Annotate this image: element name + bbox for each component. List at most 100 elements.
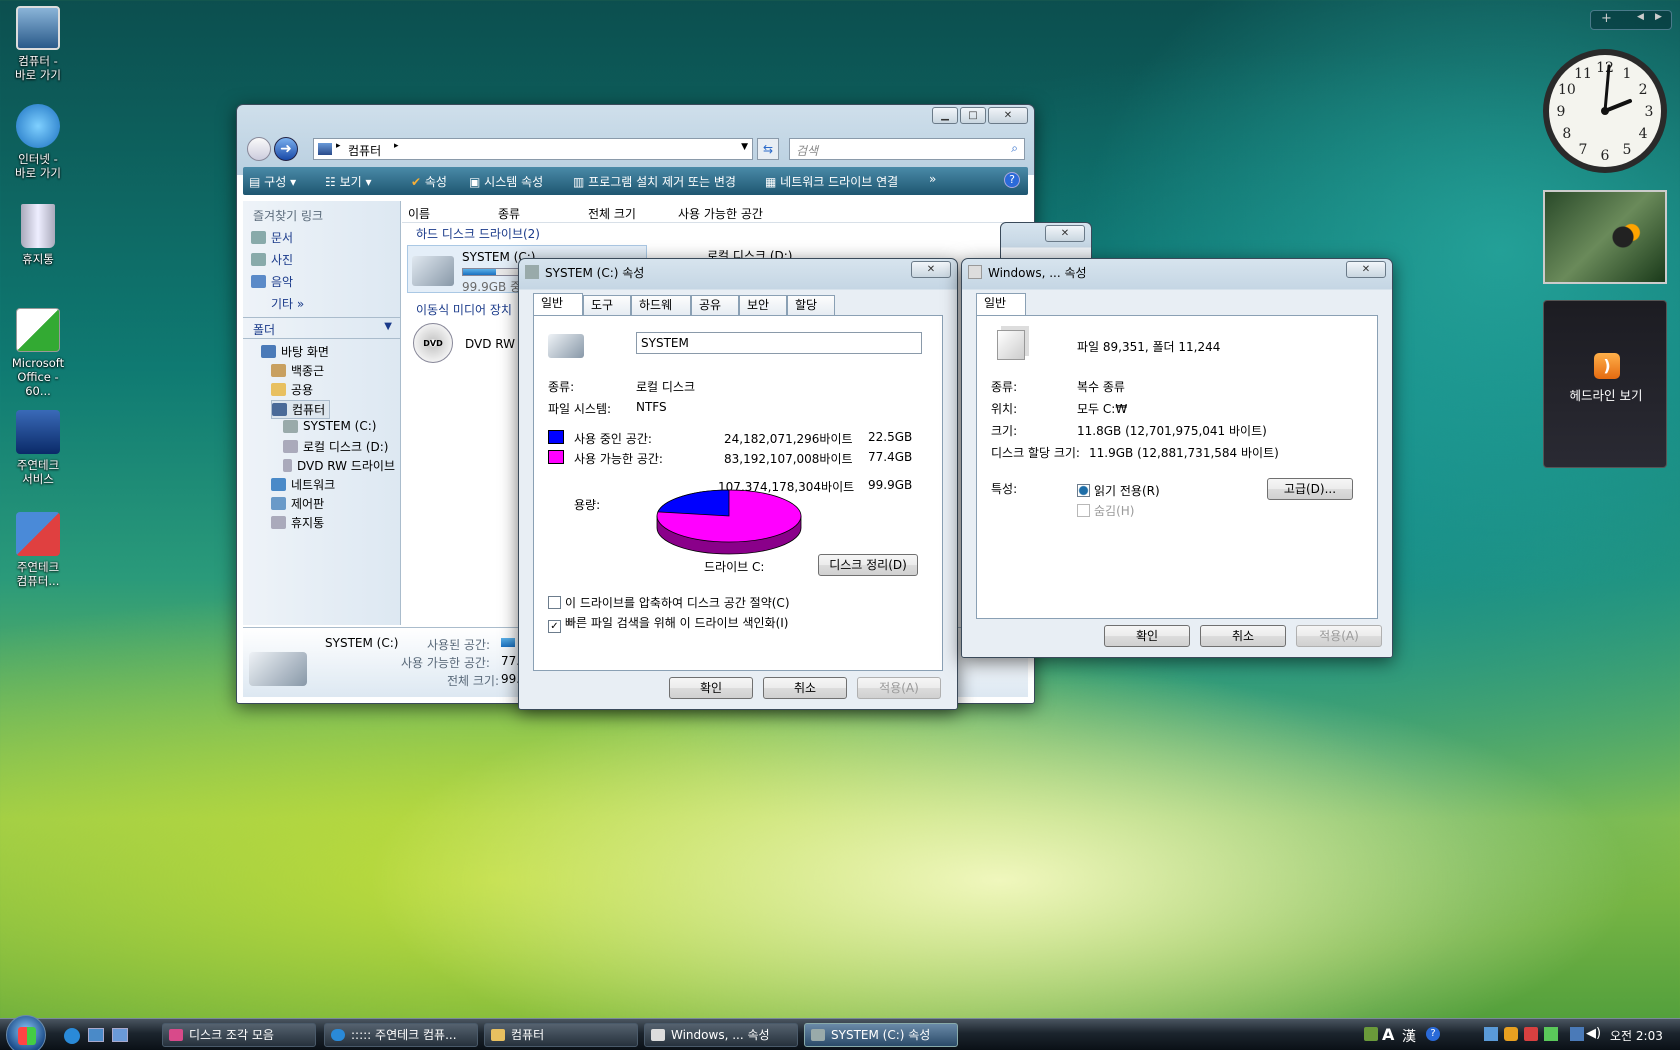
windows-properties-dialog[interactable]: Windows, ... 속성 ✕ 일반 파일 89,351, 폴더 11,24… [961,258,1393,658]
maximize-button[interactable]: □ [960,107,986,124]
index-checkbox[interactable]: ✓ 빠른 파일 검색을 위해 이 드라이브 색인화(I) [548,614,788,633]
tray-network-icon[interactable] [1484,1027,1498,1041]
tree-user[interactable]: 백종근 [271,362,324,379]
show-desktop-icon[interactable] [88,1028,104,1042]
checkbox-box[interactable] [548,596,561,609]
apply-button[interactable]: 적용(A) [857,677,941,699]
cancel-button[interactable]: 취소 [1200,625,1286,647]
close-button[interactable]: ✕ [911,261,951,278]
favorite-music[interactable]: 음악 [251,273,293,290]
map-network-drive-button[interactable]: ▦ 네트워크 드라이브 연결 [765,173,898,190]
favorite-pictures[interactable]: 사진 [251,251,293,268]
breadcrumb-computer[interactable]: 컴퓨터 [348,142,381,159]
start-button[interactable] [6,1015,46,1050]
column-type[interactable]: 종류 [498,205,520,222]
close-button[interactable]: ✕ [1346,261,1386,278]
tray-sidebar-icon[interactable] [1544,1027,1558,1041]
ime-pen-icon[interactable] [1364,1027,1378,1041]
readonly-checkbox[interactable]: 읽기 전용(R) [1077,482,1160,499]
taskbar-computer[interactable]: 컴퓨터 [484,1023,638,1047]
tree-drive-c[interactable]: SYSTEM (C:) [283,419,376,433]
desktop-icon-jooyontech[interactable]: 주연테크 컴퓨터... [4,512,72,588]
ime-mode-a[interactable]: A [1382,1025,1394,1044]
system-properties-button[interactable]: ▣ 시스템 속성 [469,173,543,190]
search-input[interactable]: 검색 ⌕ [789,138,1025,160]
clock-gadget[interactable]: 12 12 3 45678 9 1011 [1540,46,1670,176]
dvd-name[interactable]: DVD RW [465,337,515,351]
help-icon[interactable]: ? [1004,172,1020,188]
next-icon[interactable]: ▶ [1655,12,1662,22]
tree-computer[interactable]: 컴퓨터 [271,400,331,419]
advanced-button[interactable]: 고급(D)... [1267,478,1353,500]
back-button[interactable] [247,137,271,161]
desktop-icon-recycle-bin[interactable]: 휴지통 [4,204,72,266]
system-properties-dialog[interactable]: SYSTEM (C:) 속성 ✕ 일반 도구 하드웨어 공유 보안 할당량 SY… [518,258,958,710]
checkbox-indeterminate[interactable] [1077,484,1090,497]
dvd-drive-icon[interactable]: DVD [413,323,453,363]
tab-tools[interactable]: 도구 [583,295,631,315]
add-gadget-icon[interactable]: + [1601,11,1612,26]
organize-button[interactable]: ▤ 구성 ▾ [249,173,296,190]
ime-help-icon[interactable]: ? [1426,1027,1440,1041]
refresh-button[interactable]: ⇆ [757,138,779,160]
tree-control-panel[interactable]: 제어판 [271,495,324,512]
search-icon[interactable]: ⌕ [1011,141,1018,156]
slideshow-gadget[interactable] [1543,190,1667,284]
checkbox-box[interactable] [1077,504,1090,517]
tree-dvd[interactable]: DVD RW 드라이브 [283,457,395,474]
close-button[interactable]: ✕ [988,107,1028,124]
ok-button[interactable]: 확인 [1104,625,1190,647]
tree-desktop[interactable]: 바탕 화면 [261,343,329,360]
tab-hardware[interactable]: 하드웨어 [631,295,691,331]
disk-cleanup-button[interactable]: 디스크 정리(D) [818,554,918,576]
column-name[interactable]: 이름 [408,205,430,222]
switch-windows-icon[interactable] [112,1028,128,1042]
drive-name-input[interactable]: SYSTEM [636,332,922,354]
desktop-icon-computer[interactable]: 컴퓨터 - 바로 가기 [4,6,72,82]
group-hdd[interactable]: 하드 디스크 드라이브(2) [416,225,540,242]
taskbar-clock[interactable]: 오전 2:03 [1610,1027,1663,1044]
more-commands-button[interactable]: » [929,172,936,186]
tab-general[interactable]: 일반 [533,293,583,315]
tab-sharing[interactable]: 공유 [691,295,739,315]
group-removable[interactable]: 이동식 미디어 장치 [416,301,512,318]
taskbar-system-properties[interactable]: SYSTEM (C:) 속성 [804,1023,958,1047]
prev-icon[interactable]: ◀ [1637,12,1644,22]
properties-button[interactable]: ✔ 속성 [411,173,447,190]
tray-volume-icon[interactable] [1524,1027,1538,1041]
tree-drive-d[interactable]: 로컬 디스크 (D:) [283,438,388,455]
close-button[interactable]: ✕ [1045,225,1085,242]
tree-network[interactable]: 네트워크 [271,476,335,493]
forward-button[interactable]: ➜ [274,137,298,161]
headlines-gadget[interactable]: ) 헤드라인 보기 [1543,300,1667,468]
address-bar[interactable]: ▸ 컴퓨터 ▸ ▼ [313,138,753,160]
ime-hanja[interactable]: 漢 [1402,1026,1416,1046]
tree-public[interactable]: 공용 [271,381,313,398]
taskbar-defrag[interactable]: 디스크 조각 모음 [162,1023,316,1047]
favorite-more[interactable]: 기타 » [271,295,304,312]
tab-security[interactable]: 보안 [739,295,787,315]
tray-speaker-icon[interactable]: ◀) [1586,1026,1601,1041]
favorite-documents[interactable]: 문서 [251,229,293,246]
tab-quota[interactable]: 할당량 [787,295,835,331]
desktop-icon-service[interactable]: 주연테크 서비스 [4,410,72,486]
folders-header[interactable]: 폴더 ▼ [243,317,400,339]
column-free-space[interactable]: 사용 가능한 공간 [678,205,763,222]
desktop-icon-office[interactable]: Microsoft Office - 60... [4,308,72,398]
uninstall-program-button[interactable]: ▥ 프로그램 설치 제거 또는 변경 [573,173,736,190]
column-total-size[interactable]: 전체 크기 [588,205,636,222]
address-dropdown-icon[interactable]: ▼ [741,142,748,152]
desktop-icon-internet[interactable]: 인터넷 - 바로 가기 [4,104,72,180]
apply-button[interactable]: 적용(A) [1296,625,1382,647]
ie-quicklaunch-icon[interactable] [64,1028,80,1044]
minimize-button[interactable]: ▁ [932,107,958,124]
checkbox-box[interactable]: ✓ [548,620,561,633]
cancel-button[interactable]: 취소 [763,677,847,699]
tray-display-icon[interactable] [1570,1027,1584,1041]
hidden-checkbox[interactable]: 숨김(H) [1077,502,1134,519]
tree-recycle-bin[interactable]: 휴지통 [271,514,324,531]
tab-general[interactable]: 일반 [976,293,1026,315]
views-button[interactable]: ☷ 보기 ▾ [325,173,372,190]
taskbar-windows-properties[interactable]: Windows, ... 속성 [644,1023,798,1047]
taskbar-jooyontech[interactable]: ::::: 주연테크 컴퓨... [324,1023,478,1047]
